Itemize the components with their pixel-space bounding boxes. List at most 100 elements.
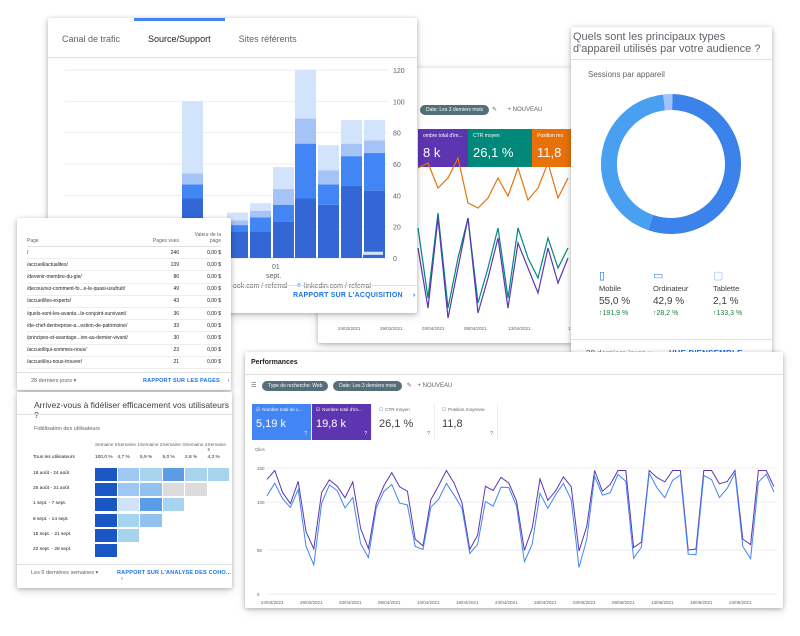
bar-segment[interactable] (182, 173, 203, 185)
cohort-cell[interactable] (95, 528, 117, 542)
device-mobile: ▯ Mobile 55,0 % ↑191,9 % (599, 270, 630, 317)
week-header: Semaine 1 (117, 442, 140, 447)
date-filter-chip[interactable]: Date: Les 3 derniers mois (333, 381, 403, 391)
cohort-cell[interactable] (117, 483, 140, 497)
period-selector[interactable]: 28 derniers jours ▾ (31, 378, 76, 384)
cohort-cell[interactable] (162, 468, 185, 481)
cohort-cell[interactable] (185, 468, 207, 481)
pages-report-link[interactable]: RAPPORT SUR LES PAGES › (143, 378, 230, 384)
tab-referrals[interactable]: Sites référents (225, 18, 311, 57)
checkbox-icon[interactable]: ☐ (379, 407, 383, 412)
bar-segment[interactable] (273, 204, 294, 222)
table-row[interactable]: /accueil/qui-sommes-nous/23 0,00 $ (27, 344, 221, 357)
cohort-cell[interactable] (117, 528, 140, 542)
bar-segment[interactable] (273, 189, 294, 205)
bar-segment[interactable] (364, 140, 385, 154)
filter-icon[interactable]: ☰ (251, 383, 256, 389)
cohort-cell[interactable] (185, 483, 207, 497)
period-label: 28 derniers jours (31, 378, 72, 384)
table-row[interactable]: /decouvrez-comment-fo...e-le-quasi-usufr… (27, 283, 221, 296)
metric-card[interactable]: ☑ Nombre total de c... 5,19 k? (252, 404, 312, 440)
bar-segment[interactable] (318, 145, 339, 171)
cohort-cell[interactable] (140, 513, 162, 527)
cohort-cell[interactable] (207, 468, 230, 481)
y-tick: 0 (257, 592, 260, 597)
device-share: 55,0 % (599, 296, 631, 307)
bar-segment[interactable] (363, 251, 383, 255)
metric-label-text: Position moyenne (448, 407, 485, 412)
help-icon[interactable]: ? (304, 431, 307, 437)
desktop-icon: ▭ (653, 270, 664, 282)
bar-segment[interactable] (182, 101, 203, 174)
table-row[interactable]: /accueil/actualites/139 0,00 $ (27, 258, 221, 272)
checkbox-checked-icon[interactable]: ☑ (256, 407, 260, 412)
cohort-cell[interactable] (140, 483, 162, 497)
cohort-cell[interactable] (95, 468, 117, 481)
help-icon[interactable]: ? (364, 431, 367, 437)
help-icon[interactable]: ? (427, 431, 430, 437)
bar-segment[interactable] (182, 184, 203, 199)
performances-chart: Clics 150 100 50 0 24/03/2021 29/03/2021 03/0… (255, 447, 777, 605)
bar-segment[interactable] (250, 203, 271, 211)
bar-segment[interactable] (250, 231, 271, 258)
bar-segment[interactable] (318, 204, 339, 258)
bar-segment[interactable] (250, 211, 271, 218)
bar-segment[interactable] (341, 143, 362, 157)
checkbox-checked-icon[interactable]: ☑ (316, 407, 320, 412)
bar-segment[interactable] (273, 221, 294, 258)
bar-segment[interactable] (295, 143, 316, 199)
bar-segment[interactable] (250, 217, 271, 232)
metric-card[interactable]: ☐ CTR moyen 26,1 %? (375, 404, 435, 440)
cohort-cell[interactable] (117, 513, 140, 527)
cohort-cell[interactable] (162, 483, 185, 497)
search-type-chip[interactable]: Type de recherche: Web (262, 381, 329, 391)
table-row[interactable]: /principes-et-avantage...ion-au-dernier-… (27, 331, 221, 345)
add-filter-button[interactable]: + NOUVEAU (417, 383, 452, 389)
cohort-cell[interactable] (95, 544, 117, 557)
cohort-cell[interactable] (117, 498, 140, 512)
bar-segment[interactable] (295, 70, 316, 119)
help-icon[interactable]: ? (490, 431, 493, 437)
cohort-cell[interactable] (140, 498, 162, 512)
donut-slice[interactable] (648, 94, 741, 234)
checkbox-icon[interactable]: ☐ (442, 407, 446, 412)
y-tick: 100 (257, 500, 265, 505)
cohort-cell[interactable] (117, 468, 140, 481)
bar-segment[interactable] (295, 198, 316, 258)
cohort-cell[interactable] (95, 498, 117, 512)
cohort-cell[interactable] (162, 498, 185, 512)
cohort-report-link[interactable]: RAPPORT SUR L'ANALYSE DES COHO... › (117, 570, 232, 582)
bar-segment[interactable] (341, 120, 362, 144)
bar-segment[interactable] (364, 153, 385, 191)
cohort-cell[interactable] (95, 513, 117, 527)
tab-source-medium[interactable]: Source/Support (134, 18, 225, 57)
table-row[interactable]: /devenir-membre-du-gie/86 0,00 $ (27, 270, 221, 284)
acquisition-report-link[interactable]: RAPPORT SUR L'ACQUISITION › (293, 292, 415, 299)
bar-segment[interactable] (341, 185, 362, 258)
bar-segment[interactable] (318, 170, 339, 185)
table-row[interactable]: /246 0,00 $ (27, 246, 221, 260)
bar-segment[interactable] (318, 184, 339, 205)
page-views: 23 (145, 344, 185, 357)
cohort-cell[interactable] (140, 468, 162, 481)
metric-card[interactable]: ☐ Position moyenne 11,8? (438, 404, 498, 440)
bar-segment[interactable] (273, 167, 294, 190)
cohort-cell[interactable] (95, 483, 117, 497)
table-row[interactable]: /quels-sont-les-avanta...le-conjoint-sur… (27, 307, 221, 321)
table-row[interactable]: /de-chef-dentreprise-a...estion-de-patri… (27, 319, 221, 333)
tab-channel[interactable]: Canal de trafic (48, 18, 134, 57)
table-row[interactable]: /accueil/les-experts/43 0,00 $ (27, 295, 221, 308)
table-row[interactable]: /accueil/ou-nous-trouver/21 0,00 $ (27, 356, 221, 369)
edit-icon[interactable]: ✎ (407, 383, 412, 389)
bar-segment[interactable] (341, 156, 362, 186)
divider (17, 414, 232, 415)
bar-segment[interactable] (364, 120, 385, 141)
filter-bar: ☰ Type de recherche: Web Date: Les 3 der… (251, 381, 452, 391)
period-selector[interactable]: Les 6 dernières semaines ▾ (31, 570, 98, 576)
bar-segment[interactable] (295, 118, 316, 144)
bar-segment[interactable] (363, 254, 383, 258)
bar-segment[interactable] (364, 190, 385, 258)
metric-card[interactable]: ☑ Nombre total d'im... 19,8 k? (312, 404, 372, 440)
page-views: 33 (145, 319, 185, 333)
donut-slice[interactable] (601, 94, 666, 231)
